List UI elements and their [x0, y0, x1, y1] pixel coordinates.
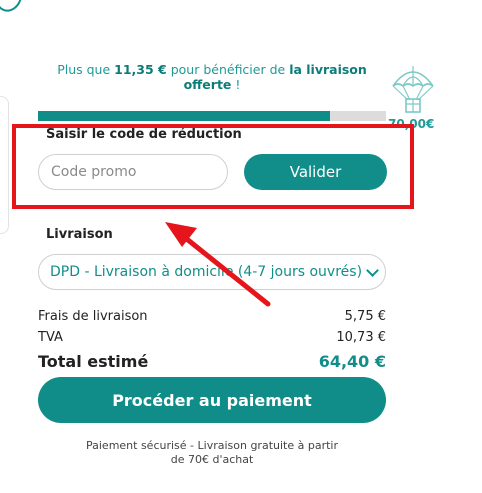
annotation-highlight-box [12, 124, 414, 209]
side-panel-edge [0, 96, 9, 234]
shipping-fee-value: 5,75 € [344, 309, 386, 324]
shipping-method-select[interactable]: DPD - Livraison à domicile (4-7 jours ou… [38, 254, 386, 290]
vat-label: TVA [38, 330, 63, 345]
gift-parachute-icon [392, 66, 434, 113]
shipping-fee-label: Frais de livraison [38, 309, 148, 324]
banner-amount: 11,35 € [114, 62, 167, 77]
shipping-title: Livraison [46, 227, 113, 242]
banner-middle: pour bénéficier de [166, 62, 290, 77]
free-shipping-progress-bar [38, 111, 386, 121]
vat-value: 10,73 € [336, 330, 386, 345]
total-label: Total estimé [38, 352, 149, 371]
proceed-to-payment-button[interactable]: Procéder au paiement [38, 377, 386, 423]
total-value: 64,40 € [318, 352, 386, 371]
corner-decoration [0, 0, 27, 16]
banner-suffix: ! [231, 77, 241, 92]
banner-prefix: Plus que [57, 62, 115, 77]
secure-payment-note: Paiement sécurisé - Livraison gratuite à… [85, 439, 338, 466]
free-shipping-banner: Plus que 11,35 € pour bénéficier de la l… [44, 62, 380, 92]
progress-bar-fill [38, 111, 331, 121]
